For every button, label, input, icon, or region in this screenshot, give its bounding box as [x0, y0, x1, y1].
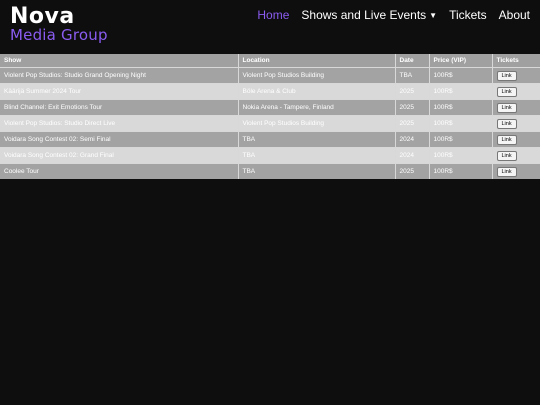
logo-title: Nova	[10, 4, 75, 29]
cell-show: Voidara Song Contest 02: Grand Final	[0, 147, 239, 164]
header-tickets: Tickets	[492, 54, 540, 68]
cell-tickets: Link	[492, 67, 540, 84]
cell-location: Nokia Arena - Tampere, Finland	[238, 99, 396, 116]
cell-location: TBA	[238, 163, 396, 179]
cell-price: 100R$	[429, 67, 493, 84]
cell-date: 2025	[395, 99, 430, 116]
cell-price: 100R$	[429, 99, 493, 116]
ticket-link-button[interactable]: Link	[496, 102, 517, 113]
header-price: Price (VIP)	[429, 54, 493, 68]
cell-date: 2024	[395, 147, 430, 164]
cell-show: Blind Channel: Exit Emotions Tour	[0, 99, 239, 116]
logo[interactable]: Nova Media Group	[10, 6, 108, 43]
nav-about[interactable]: About	[499, 8, 530, 22]
logo-subtitle: Media Group	[10, 26, 108, 44]
ticket-link-button[interactable]: Link	[496, 166, 517, 177]
ticket-link-button[interactable]: Link	[496, 86, 517, 97]
table-header-row: Show Location Date Price (VIP) Tickets	[0, 54, 540, 68]
site-header: Nova Media Group Home Shows and Live Eve…	[0, 0, 540, 54]
cell-tickets: Link	[492, 147, 540, 164]
header-show: Show	[0, 54, 239, 68]
cell-location: TBA	[238, 131, 396, 148]
table-row: Blind Channel: Exit Emotions Tour Nokia …	[0, 99, 540, 116]
cell-date: 2025	[395, 163, 430, 179]
nav-shows-dropdown[interactable]: Shows and Live Events ▼	[301, 8, 437, 22]
table-row: Violent Pop Studios: Studio Direct Live …	[0, 115, 540, 132]
cell-show: Coolee Tour	[0, 163, 239, 179]
cell-date: 2025	[395, 115, 430, 132]
cell-location: Violent Pop Studios Building	[238, 67, 396, 84]
table-row: Violent Pop Studios: Studio Grand Openin…	[0, 67, 540, 84]
cell-show: Voidara Song Contest 02: Semi Final	[0, 131, 239, 148]
nav-tickets[interactable]: Tickets	[449, 8, 487, 22]
cell-tickets: Link	[492, 99, 540, 116]
ticket-link-button[interactable]: Link	[496, 70, 517, 81]
ticket-link-button[interactable]: Link	[496, 150, 517, 161]
table-row: Käärijä Summer 2024 Tour Böle Arena & Cl…	[0, 83, 540, 100]
ticket-link-button[interactable]: Link	[496, 118, 517, 129]
ticket-link-button[interactable]: Link	[496, 134, 517, 145]
cell-show: Violent Pop Studios: Studio Direct Live	[0, 115, 239, 132]
cell-tickets: Link	[492, 115, 540, 132]
cell-location: Violent Pop Studios Building	[238, 115, 396, 132]
cell-location: TBA	[238, 147, 396, 164]
cell-price: 100R$	[429, 131, 493, 148]
cell-price: 100R$	[429, 163, 493, 179]
cell-tickets: Link	[492, 131, 540, 148]
cell-date: 2024	[395, 131, 430, 148]
table-row: Voidara Song Contest 02: Semi Final TBA …	[0, 131, 540, 148]
nav-shows-label: Shows and Live Events	[301, 8, 427, 22]
nav-home[interactable]: Home	[257, 8, 289, 22]
cell-date: 2025	[395, 83, 430, 100]
cell-date: TBA	[395, 67, 430, 84]
main-nav: Home Shows and Live Events ▼ Tickets Abou…	[245, 8, 530, 22]
cell-price: 100R$	[429, 115, 493, 132]
table-row: Voidara Song Contest 02: Grand Final TBA…	[0, 147, 540, 164]
cell-tickets: Link	[492, 83, 540, 100]
header-location: Location	[238, 54, 396, 68]
cell-price: 100R$	[429, 147, 493, 164]
cell-show: Käärijä Summer 2024 Tour	[0, 83, 239, 100]
table-row: Coolee Tour TBA 2025 100R$ Link	[0, 163, 540, 179]
shows-table: Show Location Date Price (VIP) Tickets V…	[0, 54, 540, 179]
cell-show: Violent Pop Studios: Studio Grand Openin…	[0, 67, 239, 84]
cell-location: Böle Arena & Club	[238, 83, 396, 100]
cell-tickets: Link	[492, 163, 540, 179]
cell-price: 100R$	[429, 83, 493, 100]
header-date: Date	[395, 54, 430, 68]
caret-down-icon: ▼	[429, 11, 438, 20]
